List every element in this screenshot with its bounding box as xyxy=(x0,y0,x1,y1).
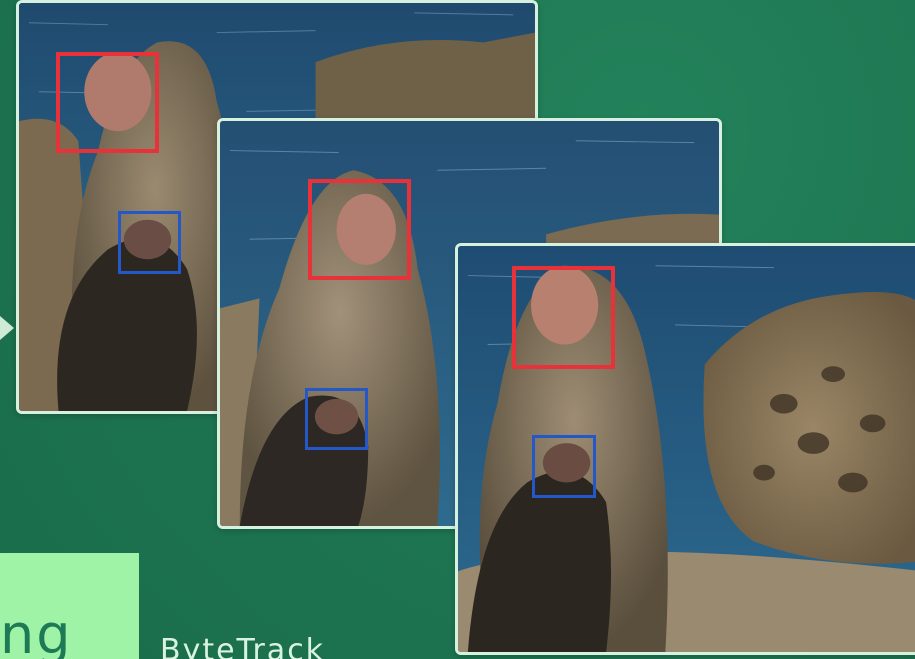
frame-3-adult-bbox xyxy=(512,266,615,369)
caption-partial-text: ng xyxy=(0,603,73,659)
brand-text: ByteTrack xyxy=(160,633,326,659)
play-arrow-icon xyxy=(0,316,14,340)
tracking-slide: ng ByteTrack xyxy=(0,0,915,659)
frame-2-infant-bbox xyxy=(305,388,368,450)
frame-1-infant-bbox xyxy=(118,211,181,274)
frame-2-adult-bbox xyxy=(308,179,411,280)
frame-3-infant-bbox xyxy=(532,435,596,498)
frame-1-adult-bbox xyxy=(56,52,159,153)
